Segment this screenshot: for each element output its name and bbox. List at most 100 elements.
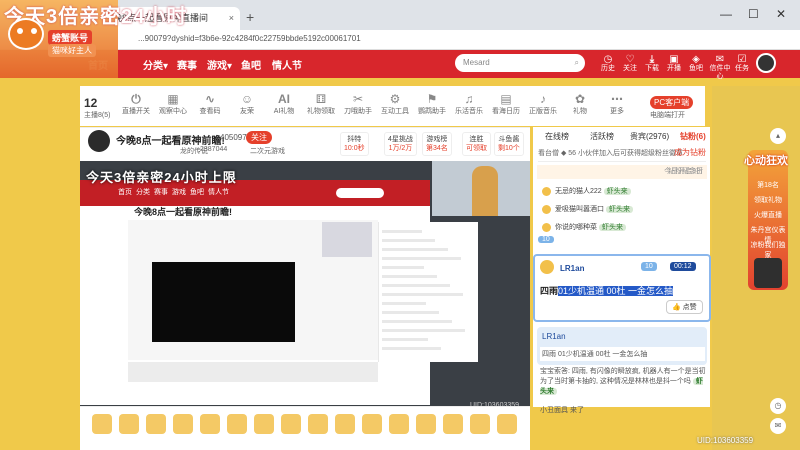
toolbar-item[interactable]: ⏻ 直播开关 (120, 92, 152, 116)
mascot-icon (8, 18, 44, 50)
info-button[interactable]: 斗鱼酱 剩10个 (494, 132, 524, 156)
nested-chat (378, 222, 478, 362)
popup-username[interactable]: LR1an (560, 264, 584, 273)
tab-active[interactable]: 活跃榜 (590, 131, 614, 142)
uid-footer: UID:103603359 (697, 436, 754, 445)
thumbs-up-icon: 👍 (672, 304, 681, 311)
nav-games[interactable]: 游戏▾ (207, 57, 232, 72)
sidebar-scroll-icon[interactable]: ▴ (770, 128, 786, 144)
nested-video (152, 262, 295, 342)
rank-item[interactable]: 爱吸猫叫嚣酒口 虾头来 (542, 204, 633, 214)
address-bar[interactable] (0, 30, 800, 50)
toolbar-item[interactable]: ✿ 礼物 (564, 92, 596, 116)
become-diamond-button[interactable]: 成为钻粉 (674, 147, 706, 158)
user-avatar[interactable] (756, 53, 776, 73)
nav-mail[interactable]: ✉ 信件中心 (708, 54, 732, 81)
tool-icon: ∿ (204, 92, 216, 106)
toolbar-item[interactable]: ⚙ 互动工具 (379, 92, 411, 116)
gift-icon[interactable] (146, 414, 166, 434)
nested-chat-line (382, 275, 437, 278)
info-button[interactable]: 游戏榜 第34名 (422, 132, 452, 156)
sidebar-clock-icon[interactable]: ◷ (770, 398, 786, 414)
nav-fishbar[interactable]: 鱼吧 (241, 57, 261, 72)
nav-task[interactable]: ☑ 任务 (732, 54, 752, 73)
nested-chat-line (382, 257, 461, 260)
shared-nav-item: 分类 (136, 189, 150, 196)
gift-icon[interactable] (254, 414, 274, 434)
toolbar-item[interactable]: ☺ 友荣 (231, 92, 263, 116)
info-button[interactable]: 连胜 可领取 (462, 132, 491, 156)
gift-icon[interactable] (335, 414, 355, 434)
nav-history[interactable]: ◷ 历史 (598, 54, 618, 73)
like-button[interactable]: 👍 点赞 (666, 300, 703, 314)
close-window-button[interactable]: ✕ (776, 7, 786, 21)
gift-icon[interactable] (227, 414, 247, 434)
nav-valentine[interactable]: 情人节 (272, 57, 302, 72)
toolbar-item[interactable]: ⋯ 更多 (601, 92, 633, 116)
gift-icon[interactable] (308, 414, 328, 434)
stream-title: 今晚8点一起看原神前瞻! (116, 136, 225, 147)
nav-category[interactable]: 分类▾ (143, 57, 168, 72)
nested-chat-line (382, 248, 448, 251)
rank-item[interactable]: 你说的哪种菜 虾头来 (542, 222, 626, 232)
gift-icon[interactable] (443, 414, 463, 434)
toolbar-item[interactable]: ∿ 查看码 (194, 92, 226, 116)
search-icon[interactable]: ⌕ (575, 54, 579, 72)
pc-client-button[interactable]: PC客户端 (650, 96, 694, 109)
minimize-button[interactable]: — (720, 7, 732, 21)
gift-icon[interactable] (92, 414, 112, 434)
follow-button[interactable]: 关注 (246, 131, 272, 144)
streamer-figure (472, 166, 498, 216)
gift-icon[interactable] (470, 414, 490, 434)
nav-follow[interactable]: ♡ 关注 (620, 54, 640, 73)
rank-item[interactable]: 无忌的猫人222 虾头来 (542, 186, 631, 196)
chat-enter-message: 小丑面具 来了 (540, 407, 584, 414)
toolbar-item[interactable]: ▦ 观察中心 (157, 92, 189, 116)
gift-icon[interactable] (119, 414, 139, 434)
maximize-button[interactable]: ☐ (748, 7, 759, 21)
toolbar-item[interactable]: AI AI礼物 (268, 92, 300, 116)
info-button[interactable]: 4星挑战 1万/2万 (384, 132, 417, 156)
streamer-avatar[interactable] (88, 130, 110, 152)
download-icon: ⤓ (649, 54, 655, 65)
gift-icon[interactable] (200, 414, 220, 434)
diamond-notice[interactable]: 钻粉纪念日 今日开启9折 (537, 165, 707, 179)
gift-icon[interactable] (389, 414, 409, 434)
new-tab-button[interactable]: + (246, 9, 254, 25)
toolbar-item[interactable]: ▤ 看海日历 (490, 92, 522, 116)
shared-screen-title: 今晚8点一起看原神前瞻! (134, 207, 233, 217)
promo-sub: 猫咪好主人 (48, 44, 96, 57)
tag-link[interactable]: 二次元游戏 (250, 146, 285, 156)
search-input[interactable]: Mesard ⌕ (455, 54, 585, 72)
rank-label: 主播8(5) (84, 112, 111, 119)
promo-gift: 领取礼物 (754, 197, 782, 204)
gift-icon[interactable] (173, 414, 193, 434)
toolbar-item[interactable]: ⚑ 鹦鹉助手 (416, 92, 448, 116)
tab-online[interactable]: 在线榜 (545, 131, 569, 142)
nav-download[interactable]: ⤓ 下载 (642, 54, 662, 73)
tab-close-icon[interactable]: × (229, 7, 234, 30)
shared-nav-item: 鱼吧 (190, 189, 204, 196)
gift-icon[interactable] (416, 414, 436, 434)
gift-icon[interactable] (497, 414, 517, 434)
tool-icon: ⚑ (426, 92, 438, 106)
message-username[interactable]: LR1an (542, 332, 566, 341)
nav-fish[interactable]: ◈ 鱼吧 (686, 54, 706, 73)
clock-icon: ◷ (603, 54, 613, 65)
tab-vip[interactable]: 贵宾(2976) (630, 131, 669, 142)
toolbar-item[interactable]: ♪ 正版音乐 (527, 92, 559, 116)
nav-live[interactable]: ▣ 开播 (664, 54, 684, 73)
nested-chat-line (382, 293, 463, 296)
toolbar-item[interactable]: ✂ 刀哦助手 (342, 92, 374, 116)
info-button[interactable]: 抖特 10:0秒 (340, 132, 369, 156)
tab-diamond[interactable]: 钻粉(6) (680, 131, 706, 142)
nav-events[interactable]: 赛事 (177, 57, 197, 72)
toolbar-item[interactable]: ♫ 乐活音乐 (453, 92, 485, 116)
shared-nav-item: 情人节 (208, 189, 229, 196)
toolbar-item[interactable]: ⚅ 礼物领取 (305, 92, 337, 116)
medal-icon (542, 204, 551, 214)
gift-icon[interactable] (362, 414, 382, 434)
gift-icon[interactable] (281, 414, 301, 434)
sidebar-chat-icon[interactable]: ✉ (770, 418, 786, 434)
tool-icon: ⚙ (389, 92, 401, 106)
